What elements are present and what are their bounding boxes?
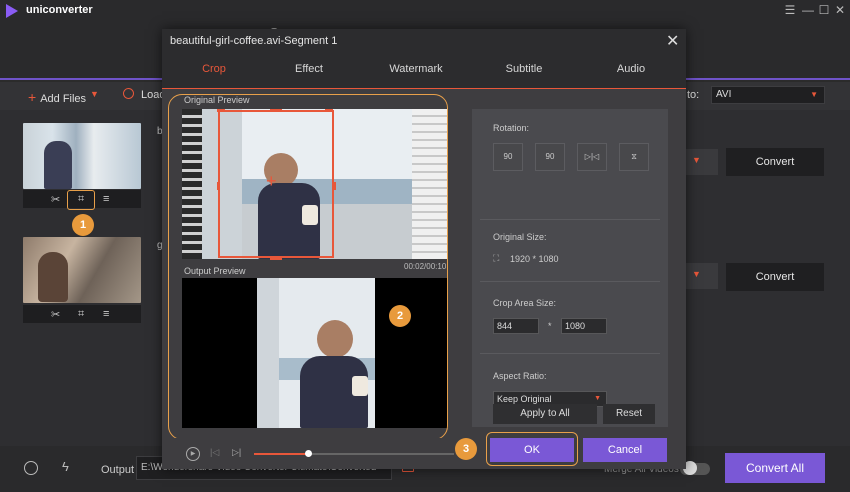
aspect-ratio-label: Aspect Ratio: — [493, 371, 547, 381]
previous-frame-icon[interactable]: |◁ — [210, 447, 219, 458]
crop-width-input[interactable]: 844 — [493, 318, 539, 334]
crop-height-input[interactable]: 1080 — [561, 318, 607, 334]
preview-highlight — [168, 94, 448, 440]
convert-button[interactable]: Convert — [726, 148, 824, 176]
rotate-right-button[interactable]: 90 — [535, 143, 565, 171]
app-logo-icon — [6, 4, 18, 18]
tab-subtitle[interactable]: Subtitle — [472, 63, 576, 75]
app-name: uniconverter — [26, 4, 93, 16]
add-files-button[interactable]: + Add Files — [28, 89, 86, 105]
thumbnail-subject — [38, 252, 68, 302]
crop-area-label: Crop Area Size: — [493, 298, 557, 308]
ok-button-highlight — [486, 432, 578, 466]
target-format-select[interactable]: AVI ▼ — [711, 86, 825, 104]
resolution-icon: ⛶ — [493, 253, 500, 263]
divider — [480, 353, 660, 354]
close-icon[interactable]: ✕ — [666, 31, 679, 51]
load-disc-icon[interactable] — [123, 88, 134, 99]
file-thumbnail[interactable] — [23, 123, 141, 189]
minimize-icon[interactable]: — — [800, 2, 816, 18]
rotation-label: Rotation: — [493, 123, 530, 133]
convert-to-label: to: — [687, 89, 700, 101]
apply-to-all-button[interactable]: Apply to All — [493, 404, 597, 424]
crop-icon[interactable]: ⌗ — [78, 308, 84, 321]
flip-vertical-button[interactable]: ⧖ — [619, 143, 649, 171]
original-size-value: 1920 * 1080 — [510, 254, 559, 264]
chevron-down-icon: ▼ — [594, 395, 601, 402]
tab-watermark[interactable]: Watermark — [364, 63, 468, 75]
chevron-down-icon: ▼ — [692, 269, 701, 279]
step-badge-2: 2 — [389, 305, 411, 327]
divider — [480, 281, 660, 282]
divider — [480, 219, 660, 220]
maximize-icon[interactable]: ☐ — [816, 2, 832, 18]
app-titlebar — [0, 0, 850, 22]
crop-size-separator: * — [548, 321, 552, 331]
convert-all-button[interactable]: Convert All — [725, 453, 825, 483]
tab-effect[interactable]: Effect — [257, 63, 361, 75]
cancel-button[interactable]: Cancel — [583, 438, 667, 462]
effect-icon[interactable]: ≡ — [103, 308, 109, 320]
trim-icon[interactable]: ✂ — [51, 308, 60, 321]
rotate-left-button[interactable]: 90 — [493, 143, 523, 171]
chevron-down-icon: ▼ — [692, 155, 701, 165]
step-badge-1: 1 — [72, 214, 94, 236]
playback-progress-handle[interactable] — [305, 450, 312, 457]
dialog-title: beautiful-girl-coffee.avi-Segment 1 — [170, 35, 338, 47]
original-size-label: Original Size: — [493, 232, 547, 242]
play-icon[interactable]: ▶ — [186, 447, 200, 461]
effect-icon[interactable]: ≡ — [103, 193, 109, 205]
output-label: Output — [101, 464, 135, 476]
crop-icon-highlight — [67, 190, 95, 210]
next-frame-icon[interactable]: ▷| — [232, 447, 241, 458]
trim-icon[interactable]: ✂ — [51, 193, 60, 206]
chevron-down-icon: ▼ — [810, 90, 818, 99]
menu-icon[interactable]: ☰ — [782, 2, 798, 18]
tab-audio[interactable]: Audio — [579, 63, 683, 75]
high-speed-icon[interactable]: ϟ — [62, 459, 69, 474]
add-icon: + — [28, 89, 37, 105]
tab-crop[interactable]: Crop — [162, 63, 266, 75]
playback-progress-fill — [254, 453, 308, 455]
alarm-clock-icon[interactable] — [24, 461, 38, 475]
flip-horizontal-button[interactable]: ▷|◁ — [577, 143, 607, 171]
crop-settings-panel: Rotation: 90 90 ▷|◁ ⧖ Original Size: ⛶ 1… — [472, 109, 668, 427]
crop-dialog: beautiful-girl-coffee.avi-Segment 1 ✕ Cr… — [162, 29, 686, 469]
convert-button[interactable]: Convert — [726, 263, 824, 291]
reset-button[interactable]: Reset — [603, 404, 655, 424]
thumbnail-subject — [44, 141, 72, 189]
add-files-dropdown-icon[interactable]: ▼ — [90, 89, 99, 99]
step-badge-3: 3 — [455, 438, 477, 460]
window-close-icon[interactable]: ✕ — [832, 2, 848, 18]
